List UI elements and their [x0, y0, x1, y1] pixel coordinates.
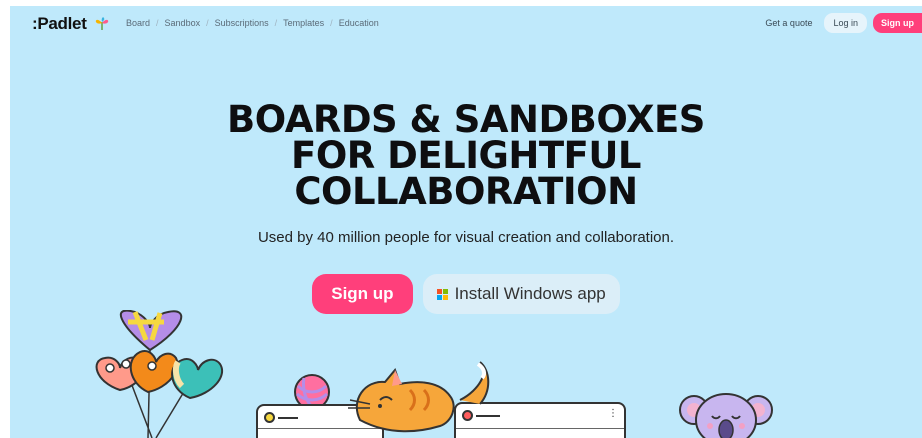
hero-illustration: ⋮ [10, 306, 922, 438]
headline-line-3: COLLABORATION [294, 170, 638, 213]
card-line [278, 417, 298, 419]
get-quote-link[interactable]: Get a quote [765, 18, 812, 28]
headline-line-1: BOARDS & SANDBOXES [227, 98, 705, 141]
cat-illustration [348, 361, 490, 433]
nav-separator: / [330, 18, 333, 28]
nav-separator: / [274, 18, 278, 28]
balloons-illustration [95, 310, 223, 438]
headline-line-2: FOR DELIGHTFUL [291, 134, 641, 177]
card-dot-icon [264, 412, 275, 423]
nav-link-templates[interactable]: Templates [283, 18, 324, 28]
signup-nav-button[interactable]: Sign up [873, 13, 922, 33]
nav-separator: / [156, 18, 159, 28]
padlet-logo[interactable]: :Padlet [32, 14, 87, 34]
install-windows-label: Install Windows app [454, 284, 606, 303]
sprout-logo-icon [95, 17, 109, 30]
nav-links: Board / Sandbox / Subscriptions / Templa… [126, 18, 379, 28]
page: :Padlet Board / Sandbox / Subscriptions … [10, 6, 922, 438]
nav-separator: / [206, 18, 209, 28]
hero-headline: BOARDS & SANDBOXES FOR DELIGHTFUL COLLAB… [10, 98, 922, 213]
login-button[interactable]: Log in [824, 13, 867, 33]
nav-link-education[interactable]: Education [339, 18, 379, 28]
hero-subtitle: Used by 40 million people for visual cre… [257, 229, 675, 246]
nav-link-sandbox[interactable]: Sandbox [165, 18, 201, 28]
nav-link-board[interactable]: Board [126, 18, 150, 28]
card-menu-icon: ⋮ [608, 408, 618, 419]
nav-actions: Get a quote Log in Sign up [765, 13, 922, 33]
windows-icon [436, 288, 448, 300]
nav-link-subscriptions[interactable]: Subscriptions [215, 18, 269, 28]
koala-illustration [679, 393, 773, 438]
top-nav: :Padlet Board / Sandbox / Subscriptions … [10, 6, 922, 40]
